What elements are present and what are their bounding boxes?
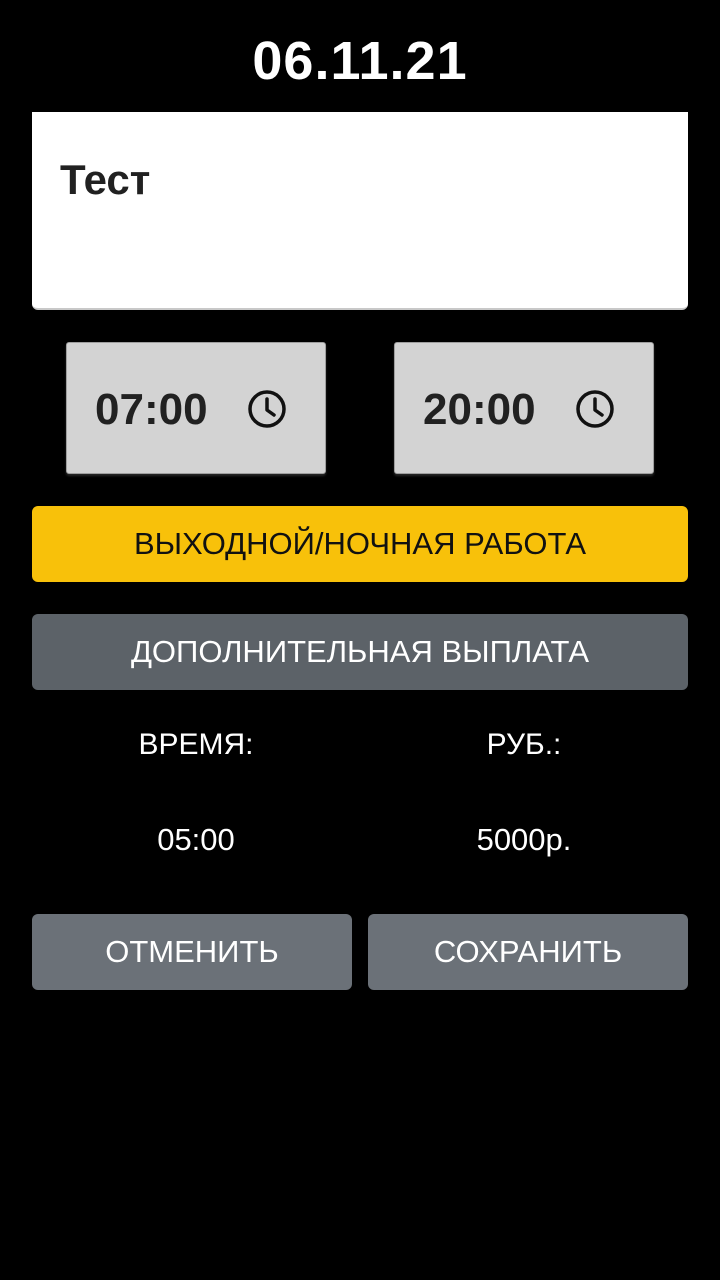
start-time-picker[interactable]: 07:00 (66, 342, 326, 474)
note-input[interactable]: Тест (32, 112, 688, 310)
rub-label: РУБ.: (486, 728, 562, 761)
rub-value: 5000р. (476, 822, 572, 857)
extra-payment-button[interactable]: ДОПОЛНИТЕЛЬНАЯ ВЫПЛАТА (32, 614, 688, 690)
weekend-night-work-button[interactable]: ВЫХОДНОЙ/НОЧНАЯ РАБОТА (32, 506, 688, 582)
start-time-value: 07:00 (95, 385, 208, 434)
end-time-value: 20:00 (423, 385, 536, 434)
save-button[interactable]: СОХРАНИТЬ (368, 914, 688, 990)
page-title: 06.11.21 (252, 31, 468, 91)
screen: 06.11.21 Тест 07:00 20:00 ВЫХОДНОЙ/НОЧНА… (0, 0, 720, 1280)
clock-icon (248, 390, 286, 428)
end-time-picker[interactable]: 20:00 (394, 342, 654, 474)
time-value: 05:00 (157, 822, 235, 857)
cancel-button[interactable]: ОТМЕНИТЬ (32, 914, 352, 990)
time-label: ВРЕМЯ: (138, 728, 254, 761)
clock-icon (576, 390, 614, 428)
note-text: Тест (60, 156, 151, 203)
